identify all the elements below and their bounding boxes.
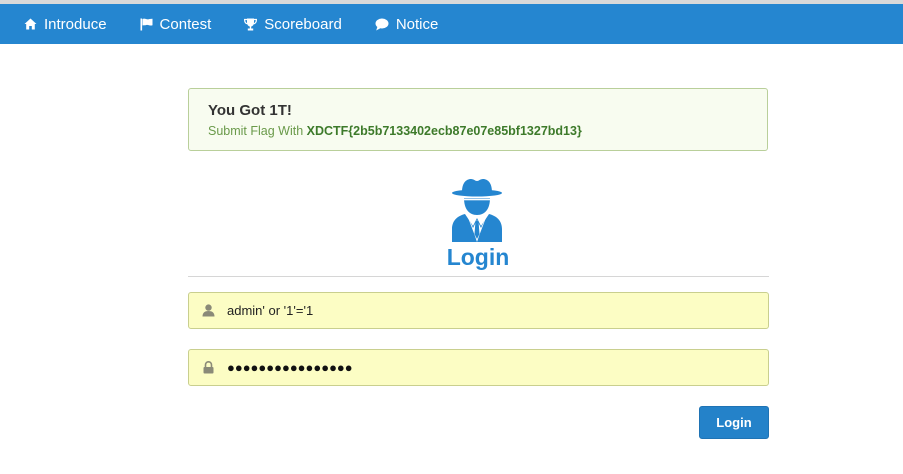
login-title: Login	[446, 244, 510, 270]
comment-icon	[375, 18, 396, 31]
home-icon	[24, 18, 44, 30]
password-input[interactable]: ●●●●●●●●●●●●●●●●	[227, 360, 353, 375]
nav-item-contest[interactable]: Contest	[140, 4, 212, 44]
user-icon	[189, 304, 227, 317]
alert-message: Submit Flag With XDCTF{2b5b7133402ecb87e…	[208, 124, 582, 138]
flag-icon	[140, 18, 160, 31]
username-field[interactable]	[188, 292, 769, 329]
nav-item-label: Contest	[159, 15, 212, 33]
nav-item-notice[interactable]: Notice	[375, 4, 439, 44]
trophy-icon	[244, 18, 264, 31]
alert-message-prefix: Submit Flag With	[208, 124, 307, 138]
login-button[interactable]: Login	[699, 406, 769, 439]
divider	[188, 276, 769, 277]
nav-item-scoreboard[interactable]: Scoreboard	[244, 4, 342, 44]
flag-value: XDCTF{2b5b7133402ecb87e07e85bf1327bd13}	[306, 124, 582, 138]
nav-item-label: Notice	[395, 15, 439, 33]
nav-item-label: Introduce	[44, 15, 107, 33]
success-alert: You Got 1T! Submit Flag With XDCTF{2b5b7…	[188, 88, 768, 151]
navbar: Introduce Contest Scoreboard Notice	[0, 4, 903, 44]
nav-item-label: Scoreboard	[264, 15, 342, 33]
password-field[interactable]: ●●●●●●●●●●●●●●●●	[188, 349, 769, 386]
username-input[interactable]	[227, 303, 747, 318]
spy-icon	[449, 178, 505, 247]
alert-title: You Got 1T!	[208, 102, 292, 119]
nav-item-introduce[interactable]: Introduce	[24, 4, 107, 44]
lock-icon	[189, 361, 227, 374]
